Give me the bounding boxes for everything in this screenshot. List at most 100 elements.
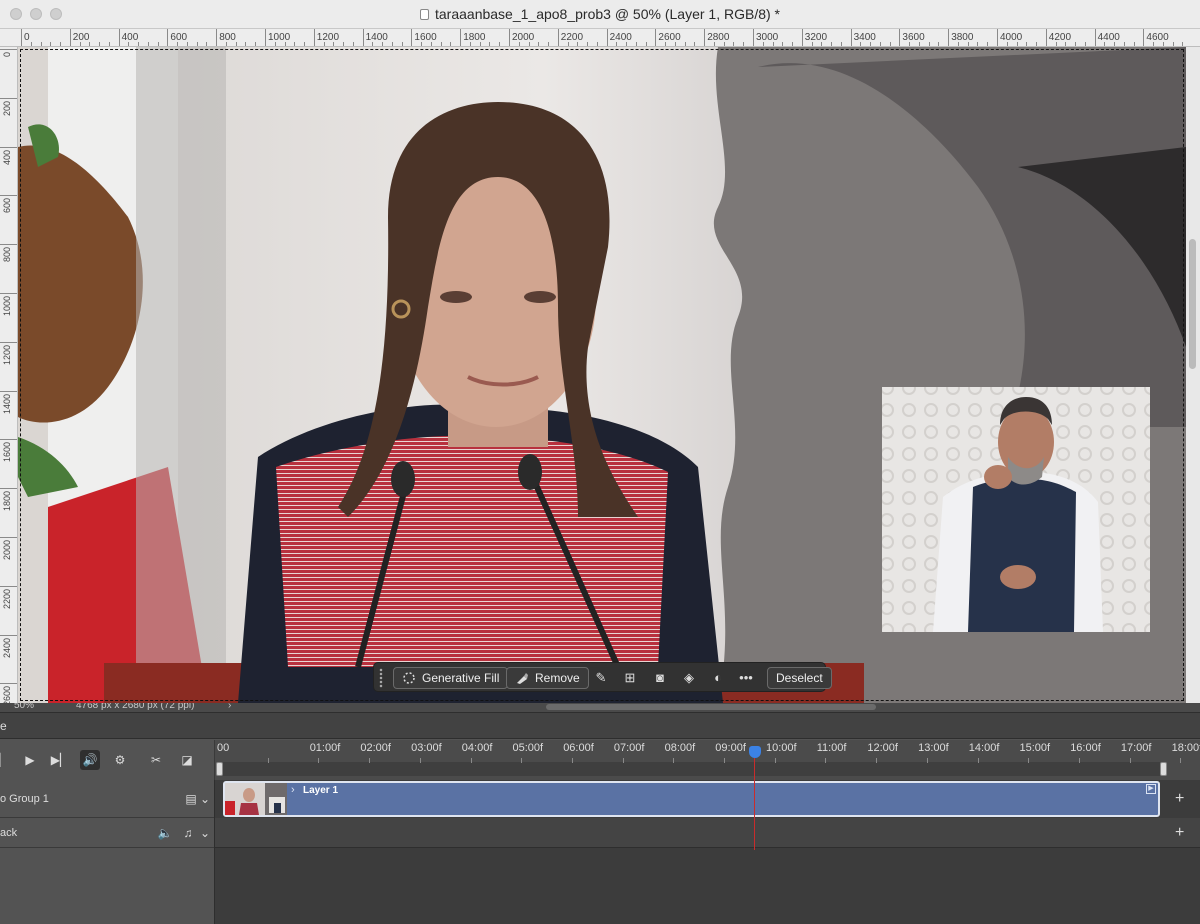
- timecode-label: 00: [217, 742, 230, 754]
- document-canvas[interactable]: Generative Fill Remove ✎ ⊞ ◙ ◈ ◐ ••• Des…: [18, 47, 1186, 703]
- playback-settings-icon[interactable]: ⚙: [110, 750, 130, 770]
- chevron-down-icon[interactable]: ⌄: [197, 792, 213, 806]
- music-note-icon[interactable]: ♫: [180, 826, 196, 840]
- zoom-level[interactable]: 50%: [14, 703, 34, 711]
- vertical-ruler[interactable]: 0 200 400 600 800 1000 1200 1400 1600 1800 2000 220…: [0, 47, 18, 703]
- ruler-tick: [1094, 29, 1096, 46]
- ruler-tick: [362, 29, 364, 46]
- ruler-label: 800: [219, 32, 236, 43]
- timecode-label: 18:00f: [1171, 742, 1200, 754]
- more-options-icon[interactable]: •••: [738, 670, 754, 686]
- brush-icon[interactable]: ✎: [593, 670, 609, 686]
- status-menu-arrow[interactable]: ›: [228, 703, 231, 711]
- ruler-minor-tick: [157, 42, 159, 46]
- work-area-end-handle[interactable]: [1160, 762, 1167, 776]
- vertical-scrollbar[interactable]: [1186, 47, 1200, 703]
- timecode-tick: [318, 758, 320, 763]
- play-button[interactable]: ▶: [20, 750, 40, 770]
- go-to-next-frame-button[interactable]: ▶▏: [50, 750, 70, 770]
- horizontal-scroll-thumb[interactable]: [546, 704, 876, 710]
- ruler-minor-tick: [684, 42, 686, 46]
- timecode-tick: [419, 758, 421, 763]
- add-media-button[interactable]: +: [1175, 790, 1184, 808]
- ruler-label: 0: [24, 32, 30, 43]
- speaker-icon[interactable]: 🔈: [157, 826, 173, 840]
- clip-label: Layer 1: [303, 785, 339, 796]
- task-bar-grip-handle[interactable]: [379, 668, 383, 688]
- vertical-scroll-thumb[interactable]: [1189, 239, 1196, 369]
- go-to-first-frame-button[interactable]: ▏: [0, 750, 14, 770]
- timecode-label: 09:00f: [715, 742, 746, 754]
- deselect-button[interactable]: Deselect: [767, 667, 832, 689]
- horizontal-ruler[interactable]: 0 200 400 600 800 1000 1200 1400 1600 1800 2000 220…: [0, 29, 1200, 47]
- document-icon: [420, 9, 429, 20]
- ruler-tick: [216, 29, 218, 46]
- ruler-label: 1200: [2, 344, 12, 365]
- add-audio-button[interactable]: +: [1175, 824, 1184, 842]
- ruler-minor-tick: [635, 42, 637, 46]
- layer-clip[interactable]: › Layer 1 ▶: [223, 781, 1160, 817]
- ruler-minor-tick: [440, 42, 442, 46]
- ruler-label: 2000: [2, 540, 12, 561]
- ruler-minor-tick: [743, 42, 745, 46]
- ruler-minor-tick: [255, 42, 257, 46]
- ruler-minor-tick: [548, 42, 550, 46]
- ruler-minor-tick: [1075, 42, 1077, 46]
- video-group-track-header[interactable]: o Group 1 ▤ ⌄: [0, 780, 214, 818]
- ruler-label: 600: [170, 32, 188, 43]
- ruler-tick: [753, 29, 754, 46]
- clip-options-icon[interactable]: ▶: [1146, 784, 1156, 794]
- audio-track-header[interactable]: ack 🔈 ♫ ⌄: [0, 818, 214, 848]
- ruler-label: 4200: [1048, 32, 1072, 43]
- timeline-controls: ▏ ▶ ▶▏ 🔊 ⚙ ✂ ◪: [0, 740, 214, 780]
- remove-button[interactable]: Remove: [506, 667, 589, 689]
- ruler-tick: [509, 29, 510, 46]
- ruler-minor-tick: [450, 42, 452, 46]
- clip-expand-chevron-icon[interactable]: ›: [291, 784, 295, 796]
- generative-fill-icon: [403, 672, 415, 684]
- ruler-tick: [899, 29, 901, 46]
- work-area-start-handle[interactable]: [216, 762, 223, 776]
- timeline-track-area[interactable]: › Layer 1 ▶ + +: [214, 780, 1200, 924]
- ruler-tick: [0, 439, 17, 441]
- video-group-name: o Group 1: [0, 793, 49, 805]
- ruler-minor-tick: [147, 42, 149, 46]
- ruler-label: 1800: [2, 491, 12, 512]
- playhead-handle[interactable]: [749, 746, 762, 758]
- timecode-tick: [369, 758, 371, 763]
- ruler-minor-tick: [245, 42, 247, 46]
- ruler-minor-tick: [694, 42, 696, 46]
- ruler-tick: [606, 29, 608, 46]
- ruler-label: 4000: [1000, 32, 1023, 43]
- generative-fill-button[interactable]: Generative Fill: [393, 667, 509, 689]
- ruler-minor-tick: [99, 42, 101, 46]
- ruler-tick: [0, 634, 17, 636]
- audio-chevron-down-icon[interactable]: ⌄: [197, 826, 213, 840]
- ruler-tick: [0, 244, 17, 246]
- mask-icon[interactable]: ◙: [652, 670, 668, 686]
- ruler-label: 200: [72, 32, 90, 43]
- ruler-minor-tick: [645, 42, 647, 46]
- generative-fill-label: Generative Fill: [422, 671, 500, 685]
- ruler-tick: [118, 29, 120, 46]
- timecode-tick: [521, 758, 523, 763]
- audio-track-lane[interactable]: [215, 818, 1200, 848]
- ruler-minor-tick: [391, 42, 393, 46]
- fill-bucket-icon[interactable]: ◈: [681, 670, 697, 686]
- ruler-tick: [0, 390, 17, 392]
- ruler-tick: [948, 29, 950, 46]
- ruler-tick: [655, 29, 657, 46]
- timecode-tick: [571, 758, 573, 763]
- adjustment-icon[interactable]: ◐: [710, 670, 726, 686]
- ruler-minor-tick: [489, 42, 491, 46]
- ruler-tick: [265, 29, 266, 46]
- timeline-ruler[interactable]: 00 01:00f 02:00f 03:00f 04:00f 05:00f 06:00f 07…: [214, 740, 1200, 780]
- ruler-label: 2200: [560, 32, 584, 43]
- work-area-bar[interactable]: [219, 762, 1165, 776]
- transform-selection-icon[interactable]: ⊞: [622, 670, 638, 686]
- timeline-tab[interactable]: e: [0, 719, 7, 733]
- split-at-playhead-icon[interactable]: ✂: [146, 750, 166, 770]
- ruler-tick: [1045, 29, 1047, 46]
- mute-audio-button[interactable]: 🔊: [80, 750, 100, 770]
- transition-icon[interactable]: ◪: [177, 750, 197, 770]
